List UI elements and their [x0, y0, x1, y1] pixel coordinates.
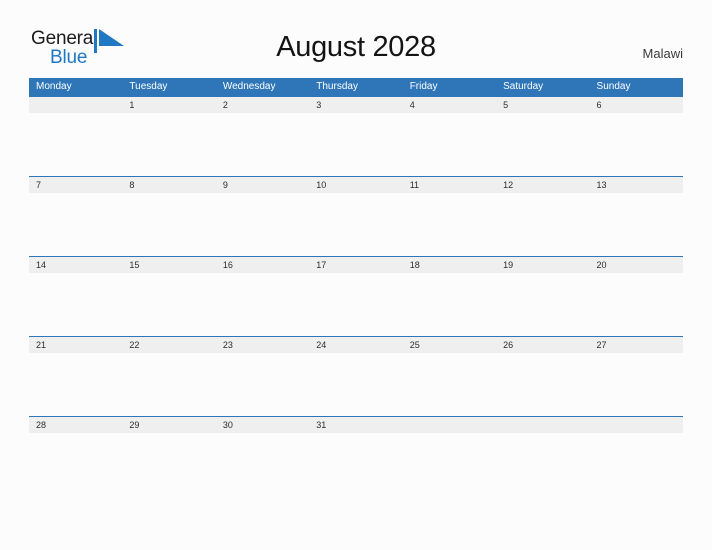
day-cell[interactable]: 14: [29, 257, 122, 273]
calendar-grid: Monday Tuesday Wednesday Thursday Friday…: [29, 78, 683, 496]
day-cell[interactable]: 25: [403, 337, 496, 353]
day-cell[interactable]: 1: [122, 97, 215, 113]
week-event-area[interactable]: [29, 113, 683, 176]
week-date-band: 28 29 30 31: [29, 416, 683, 433]
weekday-header-wednesday: Wednesday: [222, 81, 276, 92]
weekday-header-tuesday: Tuesday: [129, 81, 168, 92]
day-cell[interactable]: 19: [496, 257, 589, 273]
weekday-header-monday: Monday: [36, 81, 72, 92]
calendar-week-row: 21 22 23 24 25 26 27: [29, 336, 683, 416]
day-cell[interactable]: 29: [122, 417, 215, 433]
day-cell[interactable]: 21: [29, 337, 122, 353]
day-cell[interactable]: [496, 417, 589, 433]
week-date-band: 1 2 3 4 5 6: [29, 96, 683, 113]
day-cell[interactable]: 31: [309, 417, 402, 433]
day-cell[interactable]: 28: [29, 417, 122, 433]
day-cell[interactable]: 24: [309, 337, 402, 353]
week-date-band: 21 22 23 24 25 26 27: [29, 336, 683, 353]
day-cell[interactable]: 12: [496, 177, 589, 193]
day-cell[interactable]: 16: [216, 257, 309, 273]
week-date-band: 14 15 16 17 18 19 20: [29, 256, 683, 273]
calendar-week-row: 7 8 9 10 11 12 13: [29, 176, 683, 256]
day-cell[interactable]: 13: [590, 177, 683, 193]
week-event-area[interactable]: [29, 193, 683, 256]
weekday-header-sunday: Sunday: [596, 81, 631, 92]
page-header: General Blue August 2028 Malawi: [0, 0, 712, 78]
calendar-week-row: 1 2 3 4 5 6: [29, 96, 683, 176]
day-cell[interactable]: 26: [496, 337, 589, 353]
day-cell[interactable]: 10: [309, 177, 402, 193]
week-event-area[interactable]: [29, 433, 683, 496]
day-cell[interactable]: 27: [590, 337, 683, 353]
day-cell[interactable]: 9: [216, 177, 309, 193]
region-label: Malawi: [642, 46, 683, 61]
week-date-band: 7 8 9 10 11 12 13: [29, 176, 683, 193]
day-cell[interactable]: 6: [590, 97, 683, 113]
weekday-header-saturday: Saturday: [503, 81, 544, 92]
day-cell[interactable]: 18: [403, 257, 496, 273]
day-cell[interactable]: 5: [496, 97, 589, 113]
day-cell[interactable]: 23: [216, 337, 309, 353]
week-event-area[interactable]: [29, 273, 683, 336]
day-cell[interactable]: [590, 417, 683, 433]
day-cell[interactable]: 3: [309, 97, 402, 113]
calendar-week-row: 28 29 30 31: [29, 416, 683, 496]
page-title: August 2028: [276, 31, 436, 63]
day-cell[interactable]: 8: [122, 177, 215, 193]
day-cell[interactable]: 7: [29, 177, 122, 193]
day-cell[interactable]: 20: [590, 257, 683, 273]
weekday-header-row: Monday Tuesday Wednesday Thursday Friday…: [29, 78, 683, 96]
day-cell[interactable]: 4: [403, 97, 496, 113]
calendar-week-row: 14 15 16 17 18 19 20: [29, 256, 683, 336]
calendar-page: General Blue August 2028 Malawi Monday T…: [0, 0, 712, 550]
day-cell[interactable]: [29, 97, 122, 113]
weekday-header-thursday: Thursday: [316, 81, 358, 92]
day-cell[interactable]: 2: [216, 97, 309, 113]
day-cell[interactable]: 30: [216, 417, 309, 433]
weekday-header-friday: Friday: [409, 81, 438, 92]
day-cell[interactable]: 15: [122, 257, 215, 273]
day-cell[interactable]: 22: [122, 337, 215, 353]
week-event-area[interactable]: [29, 353, 683, 416]
day-cell[interactable]: 11: [403, 177, 496, 193]
day-cell[interactable]: 17: [309, 257, 402, 273]
day-cell[interactable]: [403, 417, 496, 433]
